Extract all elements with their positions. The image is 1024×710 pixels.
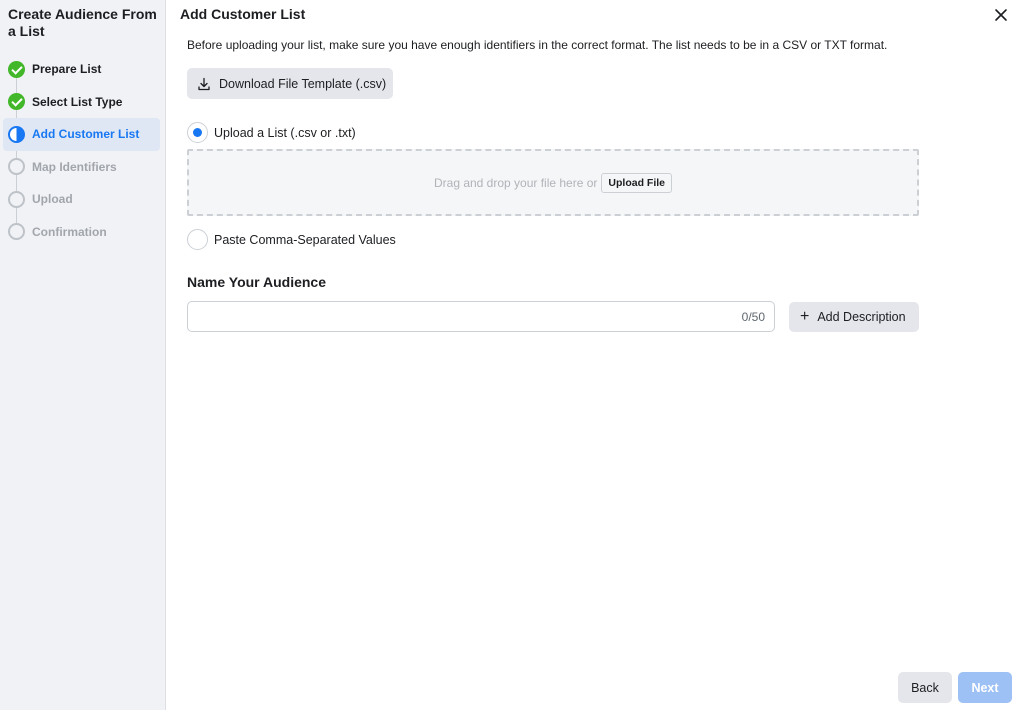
name-audience-label: Name Your Audience [187, 274, 327, 290]
empty-circle-icon [8, 223, 25, 241]
paste-values-radio[interactable] [187, 229, 208, 250]
back-button[interactable]: Back [898, 672, 952, 703]
step-map-identifiers: Map Identifiers [0, 151, 166, 184]
step-upload: Upload [0, 183, 166, 216]
check-circle-icon [8, 93, 25, 111]
step-select-list-type[interactable]: Select List Type [0, 86, 166, 119]
step-prepare-list[interactable]: Prepare List [0, 53, 166, 86]
intro-text: Before uploading your list, make sure yo… [187, 38, 888, 52]
add-description-button[interactable]: + Add Description [789, 302, 919, 332]
audience-name-input[interactable] [196, 302, 716, 331]
plus-icon: + [800, 308, 810, 325]
step-label: Prepare List [32, 62, 102, 77]
step-confirmation: Confirmation [0, 216, 166, 249]
sidebar: Create Audience From a List Prepare List… [0, 0, 166, 710]
step-list: Prepare List Select List Type Add Custom… [0, 53, 166, 248]
download-icon [197, 77, 211, 91]
step-label: Upload [32, 192, 73, 207]
next-button[interactable]: Next [958, 672, 1012, 703]
char-count: 0/50 [741, 310, 765, 324]
main-panel: Add Customer List Before uploading your … [166, 0, 1024, 710]
check-circle-icon [8, 60, 25, 78]
step-add-customer-list[interactable]: Add Customer List [3, 118, 160, 151]
half-circle-icon [8, 125, 25, 143]
upload-list-label: Upload a List (.csv or .txt) [214, 125, 356, 140]
upload-file-button[interactable]: Upload File [601, 172, 673, 193]
upload-list-option[interactable]: Upload a List (.csv or .txt) [187, 122, 356, 143]
add-description-label: Add Description [817, 310, 906, 324]
paste-values-option[interactable]: Paste Comma-Separated Values [187, 229, 396, 250]
dropzone-text: Drag and drop your file here or [433, 175, 598, 190]
file-dropzone[interactable]: Drag and drop your file here or Upload F… [187, 149, 919, 216]
download-button-label: Download File Template (.csv) [219, 76, 387, 91]
download-template-button[interactable]: Download File Template (.csv) [187, 68, 393, 99]
upload-list-radio[interactable] [187, 122, 208, 143]
paste-values-label: Paste Comma-Separated Values [214, 232, 396, 247]
step-label: Add Customer List [32, 127, 140, 142]
audience-name-field[interactable]: 0/50 [187, 301, 775, 332]
empty-circle-icon [8, 190, 25, 208]
step-label: Select List Type [32, 94, 123, 109]
step-label: Map Identifiers [32, 159, 117, 174]
close-icon[interactable] [992, 6, 1010, 24]
page-title: Add Customer List [180, 6, 306, 22]
empty-circle-icon [8, 158, 25, 176]
sidebar-title: Create Audience From a List [8, 6, 157, 39]
step-label: Confirmation [32, 224, 107, 239]
